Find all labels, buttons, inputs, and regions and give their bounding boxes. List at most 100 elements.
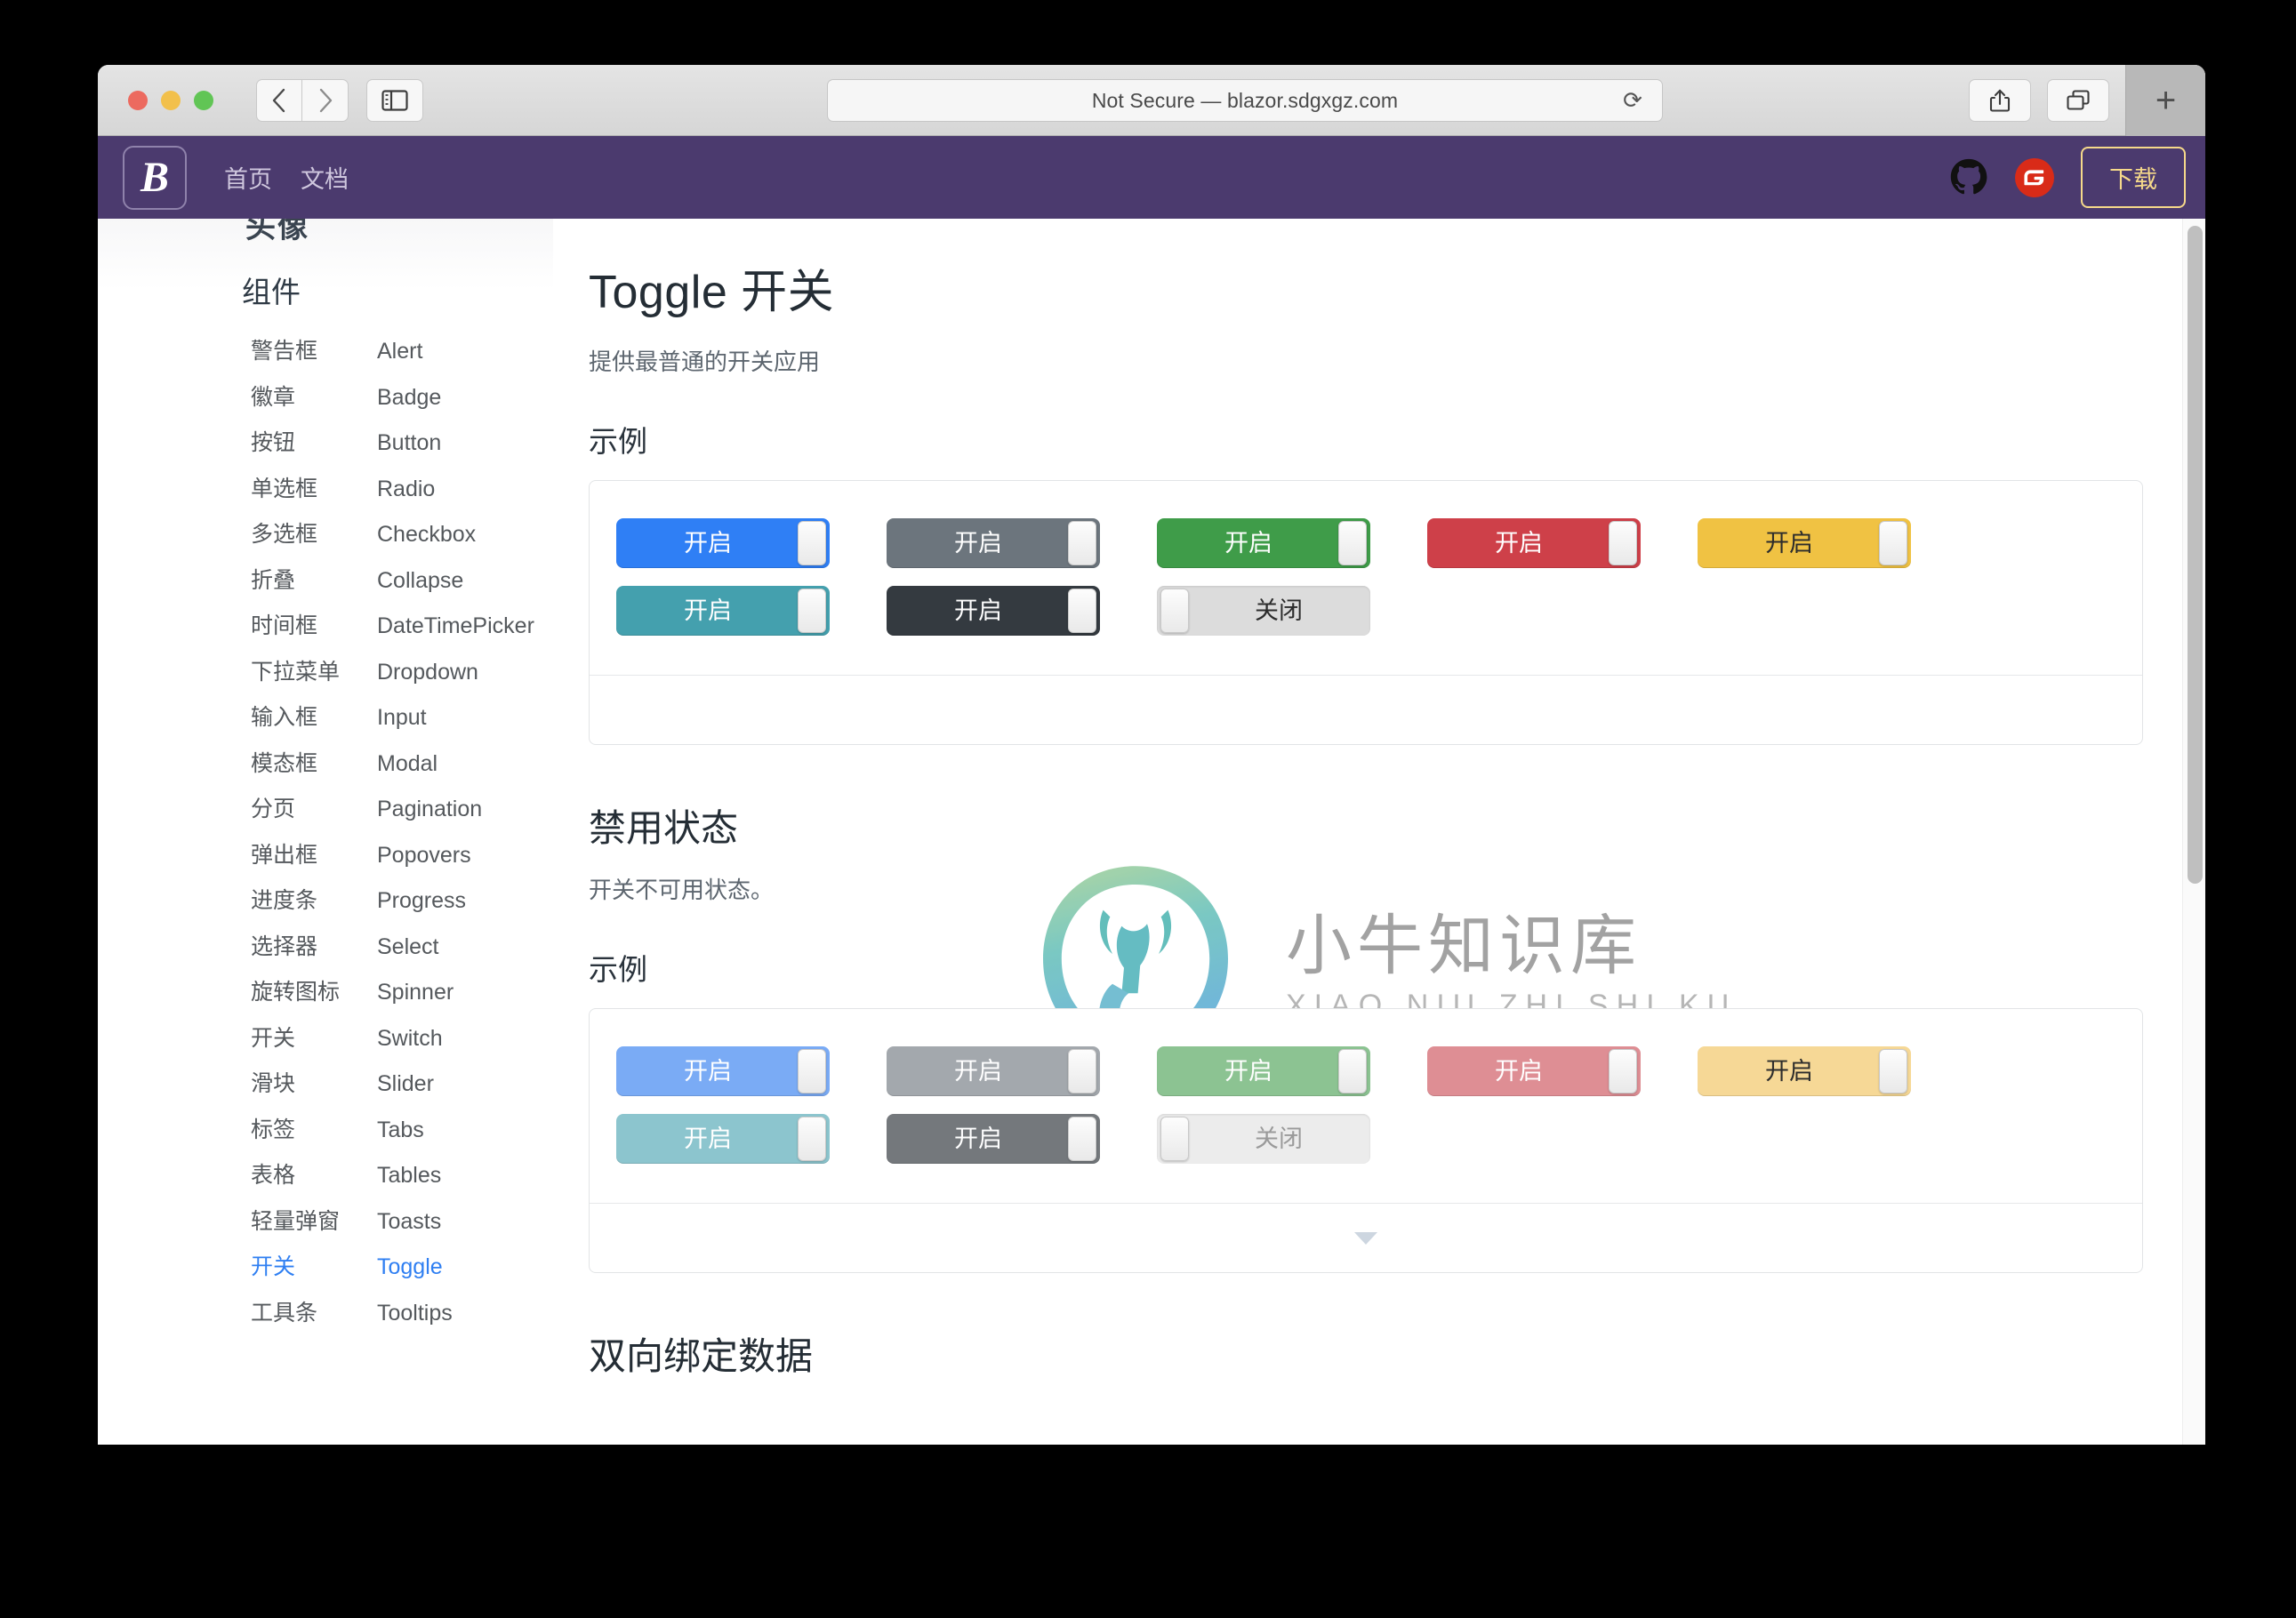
example-card-footer-disabled[interactable] bbox=[590, 1203, 2142, 1272]
sidebar-item-label-en: Button bbox=[377, 428, 441, 460]
docs-main-content: Toggle 开关 提供最普通的开关应用 示例 开启开启开启开启开启开启开启关闭… bbox=[553, 219, 2205, 1445]
address-bar[interactable]: Not Secure — blazor.sdgxgz.com ⟳ bbox=[827, 79, 1663, 122]
toggle-knob[interactable] bbox=[1879, 521, 1907, 565]
sidebar-item-input[interactable]: 输入框Input bbox=[98, 695, 553, 741]
page-scrollbar-thumb[interactable] bbox=[2188, 226, 2203, 884]
toggle-cell: 关闭 bbox=[1157, 1105, 1427, 1173]
forward-button[interactable] bbox=[302, 79, 349, 122]
gitee-link[interactable] bbox=[2015, 158, 2054, 197]
toggle-cell: 开启 bbox=[887, 577, 1157, 645]
nav-link-docs[interactable]: 文档 bbox=[301, 160, 349, 195]
sidebar-item-label-cn: 弹出框 bbox=[251, 840, 377, 872]
toggle-knob[interactable] bbox=[1068, 521, 1096, 565]
sidebar-item-label-cn: 分页 bbox=[251, 794, 377, 826]
toggle-cell: 开启 bbox=[1698, 1037, 1968, 1105]
sidebar-item-tables[interactable]: 表格Tables bbox=[98, 1153, 553, 1199]
page-scrollbar[interactable] bbox=[2182, 219, 2205, 1445]
chevron-left-icon bbox=[270, 87, 288, 114]
toggle-label: 关闭 bbox=[1157, 599, 1370, 623]
toggle-cell: 开启 bbox=[887, 1105, 1157, 1173]
sidebar-item-spinner[interactable]: 旋转图标Spinner bbox=[98, 970, 553, 1016]
sidebar-item-select[interactable]: 选择器Select bbox=[98, 925, 553, 971]
sidebar-item-label-en: Tables bbox=[377, 1160, 441, 1192]
minimize-window-button[interactable] bbox=[161, 91, 181, 110]
toggle-switch: 开启 bbox=[887, 1046, 1100, 1096]
sidebar-item-alert[interactable]: 警告框Alert bbox=[98, 329, 553, 375]
toggle-switch[interactable]: 关闭 bbox=[1157, 586, 1370, 636]
window-traffic-lights bbox=[128, 91, 213, 110]
sidebar-item-label-cn: 警告框 bbox=[251, 336, 377, 368]
toggle-knob bbox=[1338, 1049, 1367, 1093]
sidebar-item-label-cn: 工具条 bbox=[251, 1298, 377, 1330]
sidebar-item-label-en: Badge bbox=[377, 382, 441, 414]
sidebar-toggle-button[interactable] bbox=[366, 79, 423, 122]
toggle-switch[interactable]: 开启 bbox=[616, 518, 830, 568]
toggle-knob[interactable] bbox=[798, 521, 826, 565]
sidebar-clipped-item[interactable]: 头像 bbox=[245, 219, 309, 246]
sidebar-item-button[interactable]: 按钮Button bbox=[98, 421, 553, 467]
section-2-subheading: 示例 bbox=[589, 946, 2143, 989]
toggle-knob[interactable] bbox=[1160, 589, 1189, 633]
sidebar-item-label-en: Alert bbox=[377, 336, 422, 368]
github-link[interactable] bbox=[1949, 158, 1988, 197]
sidebar-item-label-cn: 旋转图标 bbox=[251, 977, 377, 1009]
sidebar-item-tabs[interactable]: 标签Tabs bbox=[98, 1108, 553, 1154]
sidebar-item-tooltips[interactable]: 工具条Tooltips bbox=[98, 1291, 553, 1337]
sidebar-item-label-en: Toasts bbox=[377, 1206, 441, 1238]
sidebar-item-popovers[interactable]: 弹出框Popovers bbox=[98, 833, 553, 879]
sidebar-item-label-cn: 标签 bbox=[251, 1115, 377, 1147]
sidebar-item-label-en: Radio bbox=[377, 474, 435, 506]
close-window-button[interactable] bbox=[128, 91, 148, 110]
sidebar-item-collapse[interactable]: 折叠Collapse bbox=[98, 558, 553, 605]
toggle-switch: 开启 bbox=[1157, 1046, 1370, 1096]
sidebar-item-dropdown[interactable]: 下拉菜单Dropdown bbox=[98, 650, 553, 696]
toggle-switch: 开启 bbox=[1698, 1046, 1911, 1096]
sidebar-item-switch[interactable]: 开关Switch bbox=[98, 1016, 553, 1062]
back-button[interactable] bbox=[256, 79, 302, 122]
github-icon bbox=[1949, 158, 1988, 197]
toggle-knob[interactable] bbox=[798, 589, 826, 633]
toggle-switch: 开启 bbox=[1427, 1046, 1641, 1096]
sidebar-item-progress[interactable]: 进度条Progress bbox=[98, 878, 553, 925]
toggle-switch[interactable]: 开启 bbox=[887, 586, 1100, 636]
toggle-knob[interactable] bbox=[1338, 521, 1367, 565]
navigation-buttons bbox=[256, 79, 349, 122]
sidebar-item-badge[interactable]: 徽章Badge bbox=[98, 375, 553, 421]
sidebar-item-slider[interactable]: 滑块Slider bbox=[98, 1061, 553, 1108]
sidebar-item-toggle[interactable]: 开关Toggle bbox=[98, 1245, 553, 1291]
show-tabs-button[interactable] bbox=[2047, 79, 2109, 122]
chevron-down-icon[interactable] bbox=[1354, 1232, 1377, 1245]
sidebar-item-modal[interactable]: 模态框Modal bbox=[98, 741, 553, 788]
sidebar-item-toasts[interactable]: 轻量弹窗Toasts bbox=[98, 1199, 553, 1246]
toggle-switch[interactable]: 开启 bbox=[1698, 518, 1911, 568]
toggle-switch[interactable]: 开启 bbox=[1157, 518, 1370, 568]
toggle-knob[interactable] bbox=[1609, 521, 1637, 565]
toggle-knob[interactable] bbox=[1068, 589, 1096, 633]
zoom-window-button[interactable] bbox=[194, 91, 213, 110]
toggle-switch[interactable]: 开启 bbox=[1427, 518, 1641, 568]
section-1-subheading: 示例 bbox=[589, 418, 2143, 461]
brand-logo[interactable]: B bbox=[123, 146, 187, 210]
reload-icon[interactable]: ⟳ bbox=[1623, 87, 1642, 115]
sidebar-section-title: 组件 bbox=[98, 219, 553, 329]
toggle-cell: 开启 bbox=[1157, 1037, 1427, 1105]
browser-window: Not Secure — blazor.sdgxgz.com ⟳ + bbox=[98, 65, 2205, 1445]
nav-link-home[interactable]: 首页 bbox=[224, 160, 272, 195]
show-tabs-icon bbox=[2066, 89, 2091, 112]
sidebar-item-label-cn: 折叠 bbox=[251, 565, 377, 597]
sidebar-item-label-cn: 单选框 bbox=[251, 474, 377, 506]
example-card-footer[interactable] bbox=[590, 675, 2142, 744]
sidebar-item-radio[interactable]: 单选框Radio bbox=[98, 467, 553, 513]
new-tab-button[interactable]: + bbox=[2125, 65, 2205, 136]
sidebar-item-checkbox[interactable]: 多选框Checkbox bbox=[98, 512, 553, 558]
sidebar-item-label-cn: 下拉菜单 bbox=[251, 657, 377, 689]
toggle-switch[interactable]: 开启 bbox=[616, 586, 830, 636]
toggle-switch: 开启 bbox=[616, 1114, 830, 1164]
toggle-switch: 开启 bbox=[616, 1046, 830, 1096]
download-button[interactable]: 下载 bbox=[2081, 147, 2186, 208]
toggle-switch[interactable]: 开启 bbox=[887, 518, 1100, 568]
sidebar-item-label-cn: 时间框 bbox=[251, 611, 377, 643]
sidebar-item-pagination[interactable]: 分页Pagination bbox=[98, 787, 553, 833]
sidebar-item-datetimepicker[interactable]: 时间框DateTimePicker bbox=[98, 604, 553, 650]
share-button[interactable] bbox=[1969, 79, 2031, 122]
